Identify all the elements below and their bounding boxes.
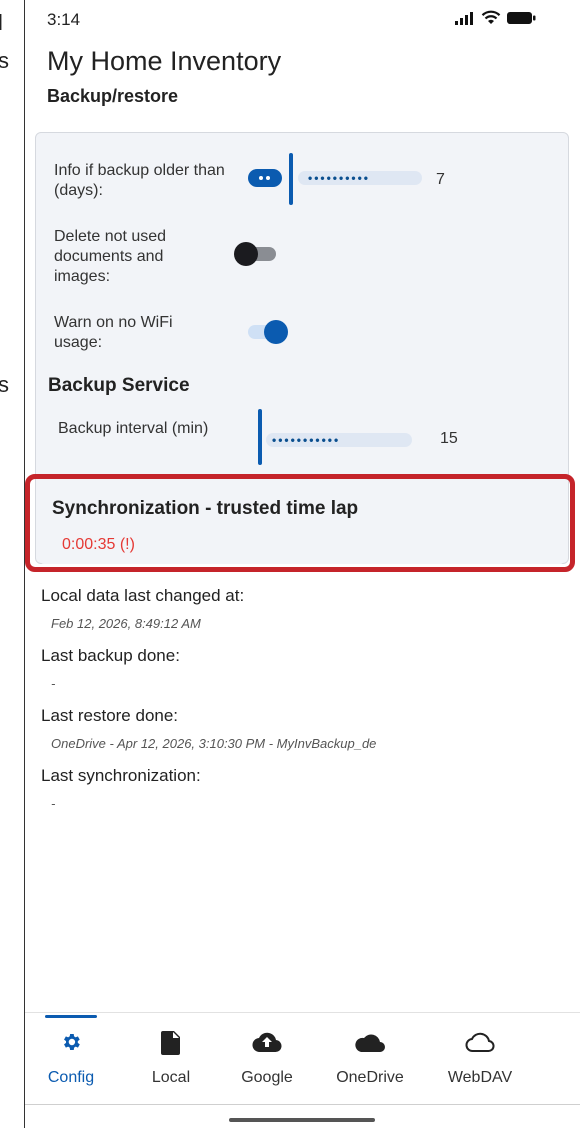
signal-icon xyxy=(455,12,473,25)
sync-card: Synchronization - trusted time lap 0:00:… xyxy=(40,484,564,564)
warn-wifi-label: Warn on no WiFi usage: xyxy=(54,314,173,351)
info-label: Last synchronization: xyxy=(41,766,201,785)
warn-wifi-switch[interactable] xyxy=(246,319,292,345)
info-label: Last restore done: xyxy=(41,706,179,725)
nav-tab-webdav[interactable]: WebDAV xyxy=(430,1031,530,1087)
slider-handle[interactable] xyxy=(258,409,262,465)
left-edge-char: l xyxy=(0,10,3,35)
backup-interval-value: 15 xyxy=(440,430,458,447)
nav-tab-onedrive[interactable]: OneDrive xyxy=(320,1031,420,1087)
nav-tab-google[interactable]: Google xyxy=(217,1031,317,1087)
cloud-upload-icon xyxy=(217,1031,317,1061)
home-indicator[interactable] xyxy=(229,1118,375,1122)
nav-label: Config xyxy=(47,1069,95,1086)
sync-title: Synchronization - trusted time lap xyxy=(52,498,359,519)
slider-handle[interactable] xyxy=(289,153,293,205)
backup-age-label: Info if backup older than (days): xyxy=(54,162,225,199)
backup-age-slider[interactable]: •••••••••• xyxy=(246,153,446,205)
info-value: - xyxy=(51,796,56,811)
nav-label: Google xyxy=(241,1069,293,1086)
cloud-outline-icon xyxy=(430,1031,530,1061)
backup-interval-slider[interactable]: ••••••••••• xyxy=(254,409,424,465)
document-icon xyxy=(121,1031,221,1061)
info-value: Feb 12, 2026, 8:49:12 AM xyxy=(51,616,201,631)
slider-track: •••••••••• xyxy=(298,171,422,185)
page-subtitle: Backup/restore xyxy=(47,86,179,106)
status-icons xyxy=(455,10,537,26)
nav-label: OneDrive xyxy=(336,1069,404,1086)
sync-highlight-box: Synchronization - trusted time lap 0:00:… xyxy=(25,474,575,572)
gear-icon xyxy=(21,1031,121,1061)
phone-screen: 3:14 My Home Inventory Backup/restore In… xyxy=(24,0,580,1128)
left-edge-char: s xyxy=(0,372,9,397)
system-divider xyxy=(25,1104,580,1105)
sync-time-lap-value: 0:00:35 (!) xyxy=(62,536,135,553)
wifi-icon xyxy=(481,10,501,24)
slider-value-indicator xyxy=(248,169,282,187)
info-value: OneDrive - Apr 12, 2026, 3:10:30 PM - My… xyxy=(51,736,377,751)
delete-unused-switch[interactable] xyxy=(234,241,280,267)
switch-thumb xyxy=(234,242,258,266)
nav-tab-config[interactable]: Config xyxy=(21,1031,121,1087)
switch-thumb xyxy=(264,320,288,344)
left-edge-strip: l s s xyxy=(0,0,24,1128)
left-edge-char: s xyxy=(0,48,9,73)
nav-label: Local xyxy=(151,1069,191,1086)
nav-tab-local[interactable]: Local xyxy=(121,1031,221,1087)
app-title: My Home Inventory xyxy=(47,46,282,76)
status-bar: 3:14 xyxy=(47,10,547,34)
backup-age-value: 7 xyxy=(436,171,445,188)
cloud-filled-icon xyxy=(320,1031,420,1061)
info-label: Last backup done: xyxy=(41,646,180,665)
delete-unused-label: Delete not used documents and images: xyxy=(54,228,167,285)
battery-icon xyxy=(507,12,536,24)
backup-service-heading: Backup Service xyxy=(48,375,190,396)
slider-track: ••••••••••• xyxy=(266,433,412,447)
active-tab-indicator xyxy=(45,1015,97,1018)
nav-label: WebDAV xyxy=(447,1069,513,1086)
info-value: - xyxy=(51,676,56,691)
backup-interval-label: Backup interval (min) xyxy=(58,420,209,437)
status-time: 3:14 xyxy=(47,10,81,29)
info-label: Local data last changed at: xyxy=(41,586,245,605)
bottom-navigation: Config Local Google OneDrive WebDAV xyxy=(25,1012,580,1103)
